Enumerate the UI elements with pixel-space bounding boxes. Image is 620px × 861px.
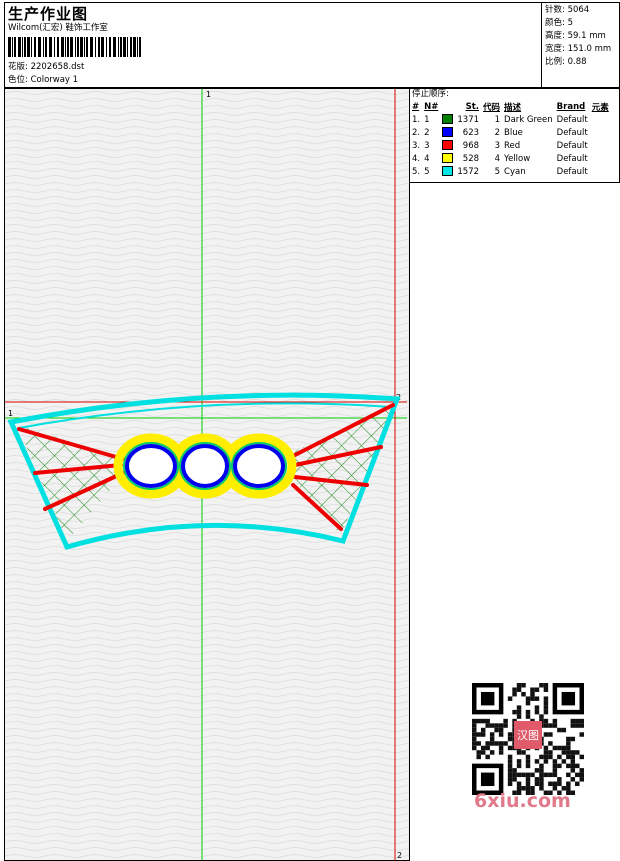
design-value: 2202658.dst: [30, 62, 85, 72]
qr-center-logo: 汉图: [517, 729, 539, 742]
table-row: 1. 1 1371 1 Dark Green Default: [410, 113, 611, 126]
cell-code: 2: [494, 127, 501, 138]
table-row: 4. 4 528 4 Yellow Default: [410, 152, 611, 165]
cell-code: 3: [494, 140, 501, 151]
table-header-row: # N# St. 代码 描述 Brand 元素: [412, 101, 609, 113]
cell-st: 1572: [457, 166, 480, 177]
stat-colors: 颜色: 5: [545, 18, 573, 28]
stop-sequence-table: # N# St. 代码 描述 Brand 元素 1. 1 1371 1 Dark Gre…: [410, 100, 611, 178]
stat-height: 高度: 59.1 mm: [545, 31, 606, 41]
color-swatch: [442, 153, 454, 164]
cell-desc: Blue: [504, 127, 523, 138]
cell-st: 968: [462, 140, 480, 151]
guide-label-green-left: 1: [8, 409, 13, 418]
cell-n: 2: [424, 127, 430, 138]
company-name: Wilcom(汇宏) 鞋饰工作室: [8, 23, 108, 33]
cell-code: 4: [494, 153, 501, 164]
cell-idx: 1.: [412, 114, 421, 125]
design-label: 花版:: [8, 62, 28, 72]
cell-idx: 3.: [412, 140, 421, 151]
design-file: 花版: 2202658.dst: [8, 62, 84, 73]
table-row: 3. 3 968 3 Red Default: [410, 139, 611, 152]
colorway-label: 色位:: [8, 75, 28, 85]
three-rings: [113, 433, 297, 499]
design-stats: 针数: 5064 颜色: 5 高度: 59.1 mm 宽度: 151.0 mm …: [545, 4, 611, 69]
cell-n: 4: [424, 153, 430, 164]
color-swatch: [442, 140, 454, 151]
cell-desc: Dark Green: [504, 114, 553, 125]
cell-st: 1371: [457, 114, 480, 125]
cell-desc: Red: [504, 140, 521, 151]
cell-desc: Cyan: [504, 166, 526, 177]
colorway: 色位: Colorway 1: [8, 75, 78, 86]
color-swatch: [442, 114, 454, 125]
embroidery-preview: 1 1 2 2: [5, 89, 409, 860]
stat-width: 宽度: 151.0 mm: [545, 44, 612, 54]
cell-idx: 5.: [412, 166, 421, 177]
guide-label-red-bottom: 2: [397, 851, 402, 860]
stop-sequence-title: 停止顺序:: [412, 89, 449, 99]
cell-n: 5: [424, 166, 430, 177]
page-title: 生产作业图: [8, 5, 89, 23]
color-swatch: [442, 166, 454, 177]
stat-scale: 比例: 0.88: [545, 57, 587, 67]
cell-brand: Default: [556, 114, 588, 125]
barcode: [8, 37, 141, 57]
design-canvas: 1 1 2 2: [4, 88, 410, 861]
cell-st: 623: [462, 127, 480, 138]
cell-brand: Default: [556, 127, 588, 138]
cell-code: 1: [494, 114, 501, 125]
cell-code: 5: [494, 166, 501, 177]
color-swatch: [442, 127, 454, 138]
cell-desc: Yellow: [504, 153, 531, 164]
cell-n: 1: [424, 114, 430, 125]
cell-idx: 2.: [412, 127, 421, 138]
cell-brand: Default: [556, 153, 588, 164]
stop-sequence: 停止顺序: # N# St. 代码 描述 Brand 元素 1. 1 1371 1 Da…: [410, 88, 620, 178]
cell-n: 3: [424, 140, 430, 151]
table-row: 5. 5 1572 5 Cyan Default: [410, 165, 611, 178]
watermark-text: 6xiu.com: [474, 790, 571, 812]
qr-code: 汉图: [472, 683, 584, 795]
colorway-value: Colorway 1: [30, 75, 79, 85]
table-row: 2. 2 623 2 Blue Default: [410, 126, 611, 139]
guide-label-green-top: 1: [206, 90, 211, 99]
stat-stitches: 针数: 5064: [545, 5, 590, 15]
cell-brand: Default: [556, 140, 588, 151]
cell-st: 528: [462, 153, 480, 164]
cell-idx: 4.: [412, 153, 421, 164]
cell-brand: Default: [556, 166, 588, 177]
